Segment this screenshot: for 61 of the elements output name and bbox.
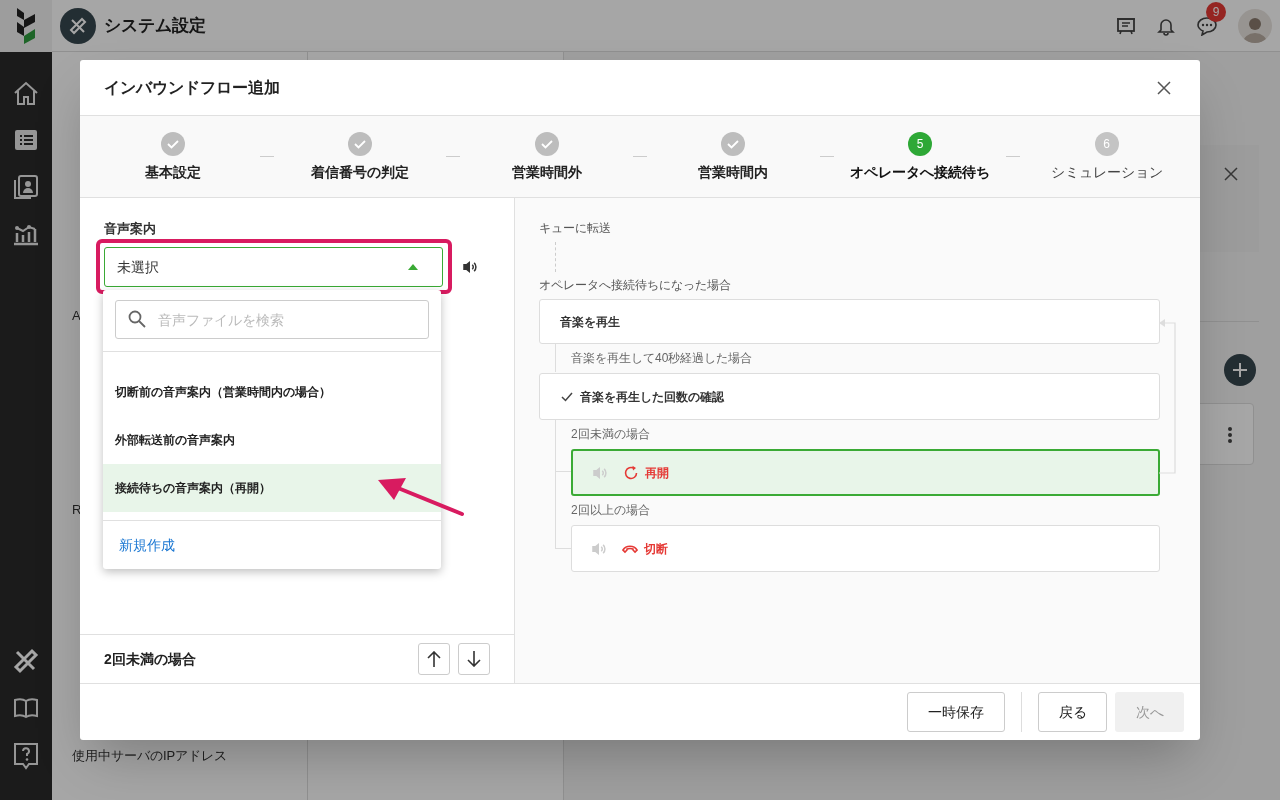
home-icon[interactable] — [12, 80, 40, 108]
step-indicator: 5 — [908, 132, 932, 156]
dropdown-option[interactable]: 切断前の音声案内（営業時間内の場合） — [103, 368, 441, 416]
check-icon — [353, 137, 367, 151]
add-button[interactable] — [1224, 354, 1256, 386]
menu-item[interactable]: A — [72, 307, 81, 325]
arrow-down-icon — [467, 651, 481, 667]
more-icon[interactable] — [1228, 427, 1232, 443]
refresh-icon — [623, 464, 639, 481]
check-icon — [166, 137, 181, 151]
dropdown-option[interactable]: 外部転送前の音声案内 — [103, 416, 441, 464]
step-label[interactable]: オペレータへ接続待ち — [850, 162, 990, 183]
menu-item[interactable]: R — [72, 501, 82, 519]
avatar[interactable] — [1238, 8, 1272, 43]
back-button[interactable]: 戻る — [1038, 692, 1107, 732]
notification-badge: 9 — [1206, 1, 1226, 22]
chat-icon[interactable] — [1196, 15, 1218, 36]
plus-icon — [1233, 363, 1247, 377]
move-down-button[interactable] — [458, 643, 490, 675]
tools-icon — [69, 16, 87, 35]
logo-icon — [15, 8, 37, 44]
flow-node[interactable]: 再開 — [571, 449, 1160, 496]
step-label[interactable]: 基本設定 — [145, 162, 202, 183]
step-label[interactable]: シミュレーション — [1050, 162, 1163, 183]
save-draft-button[interactable]: 一時保存 — [907, 692, 1005, 732]
menu-item[interactable]: 使用中サーバのIPアドレス — [72, 747, 228, 765]
search-icon — [128, 310, 146, 328]
dropdown-option[interactable]: 接続待ちの音声案内（再開） — [103, 464, 441, 512]
arrow-up-icon — [427, 651, 441, 667]
flow-caption: 2回以上の場合 — [571, 502, 651, 519]
flow-node[interactable]: 音楽を再生した回数の確認 — [539, 373, 1160, 420]
close-icon — [1157, 80, 1171, 95]
check-icon — [539, 137, 554, 151]
page-title: システム設定 — [104, 14, 206, 37]
step-label[interactable]: 着信番号の判定 — [311, 162, 409, 183]
flow-node[interactable]: 切断 — [571, 525, 1160, 572]
step-label[interactable]: 営業時間外 — [511, 162, 582, 183]
flow-caption: キューに転送 — [539, 220, 612, 237]
dialog-title: インバウンドフロー追加 — [104, 77, 280, 98]
caret-up-icon — [408, 264, 418, 270]
flow-caption: 音楽を再生して40秒経過した場合 — [571, 350, 754, 367]
flow-node[interactable]: 音楽を再生 — [539, 299, 1160, 344]
help-icon[interactable] — [13, 742, 39, 770]
field-label: 音声案内 — [104, 220, 156, 238]
tools-icon[interactable] — [13, 648, 39, 674]
check-icon — [726, 137, 741, 151]
flow-caption: オペレータへ接続待ちになった場合 — [539, 277, 732, 294]
close-icon[interactable] — [1224, 167, 1238, 181]
flow-caption: 2回未満の場合 — [571, 426, 651, 443]
board-icon[interactable] — [1116, 15, 1136, 36]
hang-up-icon — [622, 543, 638, 554]
voice-select[interactable]: 未選択 — [104, 247, 443, 287]
create-link[interactable]: 新規作成 — [119, 534, 175, 556]
speaker-icon — [461, 258, 479, 276]
section-title: 2回未満の場合 — [104, 649, 196, 669]
search-field[interactable]: 音声ファイルを検索 — [115, 300, 429, 339]
move-up-button[interactable] — [418, 643, 450, 675]
contact-card-icon[interactable] — [13, 174, 39, 200]
book-icon[interactable] — [13, 696, 39, 720]
step-label[interactable]: 営業時間内 — [698, 162, 769, 183]
step-indicator: 6 — [1094, 132, 1119, 156]
